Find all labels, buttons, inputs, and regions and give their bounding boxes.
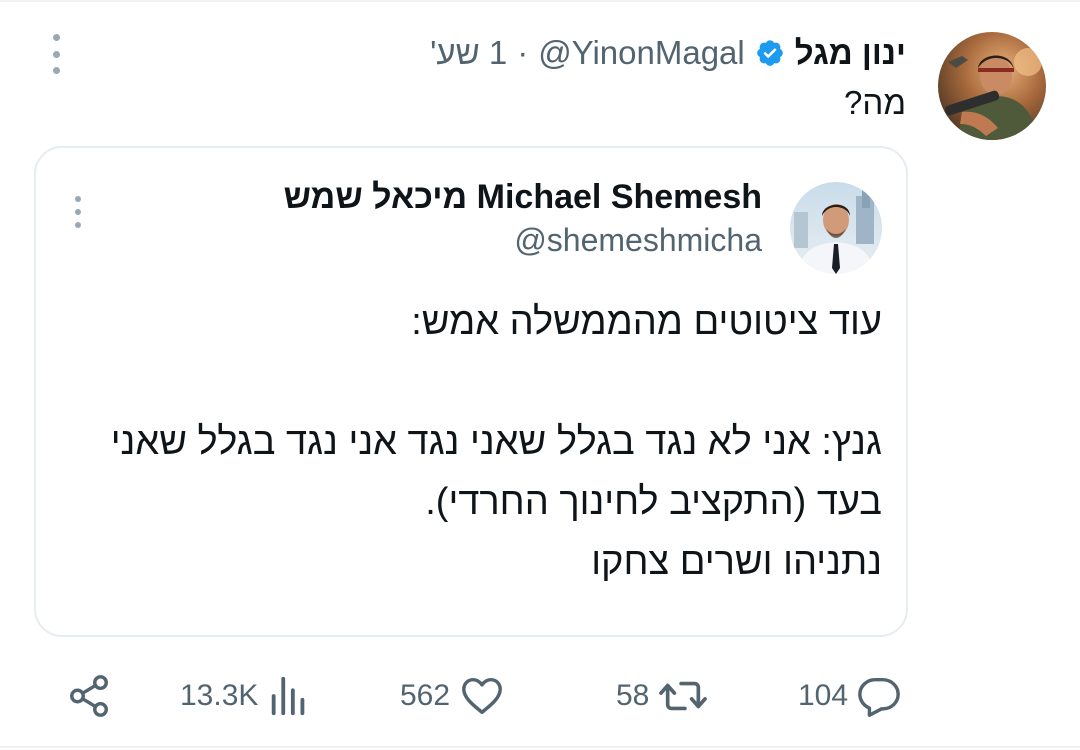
- reply-button[interactable]: 104: [798, 668, 902, 724]
- reply-icon: [858, 677, 900, 717]
- more-dot: [52, 50, 60, 58]
- share-icon: [70, 675, 108, 717]
- author-avatar-image: [938, 32, 1046, 140]
- like-button[interactable]: 562: [400, 668, 506, 724]
- author-avatar[interactable]: [938, 32, 1046, 140]
- tweet-action-bar: 104 58 562 13.3K: [0, 668, 1080, 724]
- quoted-avatar-image: [790, 182, 882, 274]
- retweet-icon: [659, 681, 708, 711]
- quoted-author-name[interactable]: מיכאל שמש Michael Shemesh: [284, 178, 762, 217]
- reply-count: 104: [798, 679, 849, 712]
- more-dot: [75, 209, 81, 215]
- more-options-icon[interactable]: [44, 34, 68, 74]
- more-dot: [52, 34, 60, 41]
- more-dot: [75, 196, 81, 202]
- quoted-text-line: [52, 352, 882, 412]
- author-name[interactable]: ינון מגל: [795, 34, 906, 72]
- more-dot: [52, 67, 60, 74]
- tweet-header: ינון מגל @YinonMagal · 1 שע': [430, 30, 906, 76]
- quoted-more-options-icon[interactable]: [68, 196, 88, 228]
- views-button[interactable]: 13.3K: [180, 668, 312, 724]
- views-count: 13.3K: [180, 679, 259, 712]
- quoted-author-handle[interactable]: @shemeshmicha: [514, 222, 762, 259]
- views-chart-icon: [272, 676, 305, 716]
- share-button[interactable]: [66, 668, 112, 724]
- quoted-text-line: נתניהו ושרים צחקו: [591, 541, 882, 583]
- top-divider: [0, 0, 1080, 2]
- like-count: 562: [400, 679, 451, 712]
- quoted-text-line: עוד ציטוטים מהממשלה אמש:: [411, 301, 882, 343]
- separator-dot: ·: [517, 34, 529, 71]
- author-handle[interactable]: @YinonMagal: [538, 34, 745, 72]
- bottom-divider: [0, 746, 1080, 748]
- retweet-count: 58: [616, 679, 650, 712]
- tweet-time[interactable]: 1 שע': [430, 34, 507, 72]
- quoted-text-line: גנץ: אני לא נגד בגלל שאני נגד אני נגד בג…: [110, 421, 882, 463]
- quoted-tweet-text: עוד ציטוטים מהממשלה אמש: גנץ: אני לא נגד…: [52, 292, 882, 592]
- heart-icon: [462, 677, 502, 715]
- more-dot: [75, 222, 81, 228]
- tweet-text: מה?: [844, 84, 906, 121]
- quoted-text-line: בעד (התקציב לחינוך החרדי).: [425, 481, 882, 523]
- quoted-author-avatar[interactable]: [790, 182, 882, 274]
- verified-badge-icon: [756, 40, 783, 66]
- retweet-button[interactable]: 58: [616, 668, 709, 724]
